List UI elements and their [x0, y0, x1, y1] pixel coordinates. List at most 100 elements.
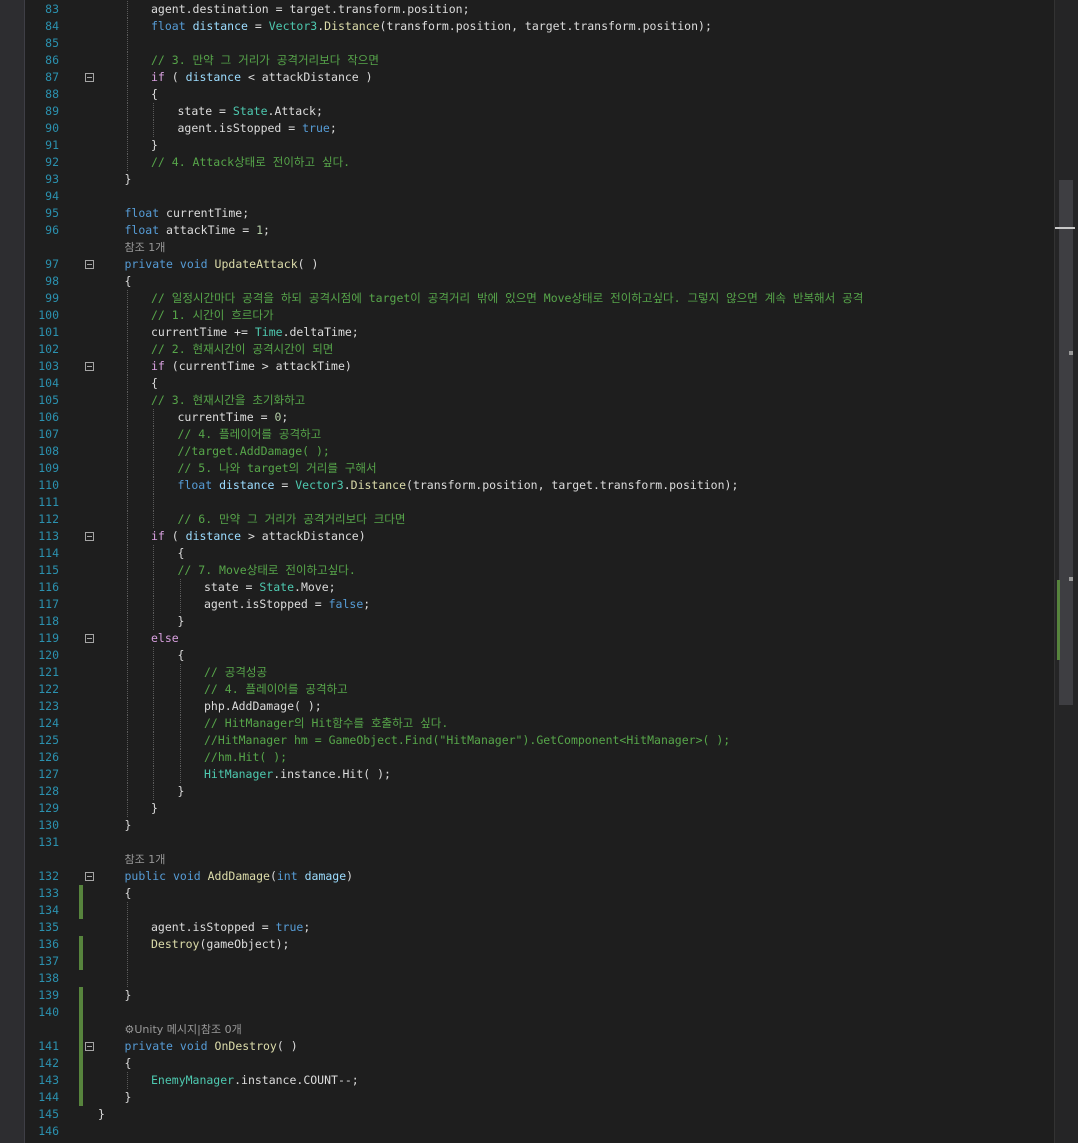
code-line[interactable]: 106 currentTime = 0;: [25, 409, 1054, 426]
codelens-label[interactable]: Unity 메시지|참조 0개: [134, 1023, 241, 1036]
code-line[interactable]: 86 // 3. 만약 그 거리가 공격거리보다 작으면: [25, 52, 1054, 69]
code-line[interactable]: 121 // 공격성공: [25, 664, 1054, 681]
code-line[interactable]: 85: [25, 35, 1054, 52]
code-text[interactable]: if (currentTime > attackTime): [151, 358, 352, 375]
codelens-text[interactable]: 참조 1개: [125, 851, 166, 868]
code-text[interactable]: agent.isStopped = true;: [151, 919, 310, 936]
code-line[interactable]: 144}: [25, 1089, 1054, 1106]
code-text[interactable]: if ( distance < attackDistance ): [151, 69, 373, 86]
code-text[interactable]: Destroy(gameObject);: [151, 936, 289, 953]
code-line[interactable]: 98 {: [25, 273, 1054, 290]
code-line[interactable]: 143 EnemyManager.instance.COUNT--;: [25, 1072, 1054, 1089]
code-text[interactable]: float currentTime;: [125, 205, 250, 222]
code-text[interactable]: else: [151, 630, 179, 647]
code-line[interactable]: 135 agent.isStopped = true;: [25, 919, 1054, 936]
vertical-scrollbar[interactable]: [1054, 0, 1078, 1143]
codelens-label[interactable]: 참조 1개: [125, 241, 166, 254]
code-text[interactable]: private void UpdateAttack( ): [125, 256, 319, 273]
code-line[interactable]: 130}: [25, 817, 1054, 834]
codelens-label[interactable]: 참조 1개: [125, 853, 166, 866]
code-line[interactable]: 103 if (currentTime > attackTime): [25, 358, 1054, 375]
code-text[interactable]: float distance = Vector3.Distance(transf…: [151, 18, 712, 35]
code-line[interactable]: 137: [25, 953, 1054, 970]
code-line[interactable]: 126 //hm.Hit( );: [25, 749, 1054, 766]
code-text[interactable]: // 4. 플레이어를 공격하고: [204, 681, 348, 698]
code-line[interactable]: 101 currentTime += Time.deltaTime;: [25, 324, 1054, 341]
code-line[interactable]: 131: [25, 834, 1054, 851]
code-line[interactable]: 109 // 5. 나와 target의 거리를 구해서: [25, 460, 1054, 477]
code-line[interactable]: 89 state = State.Attack;: [25, 103, 1054, 120]
code-line[interactable]: 136 Destroy(gameObject);: [25, 936, 1054, 953]
code-line[interactable]: 124 // HitManager의 Hit함수를 호출하고 싶다.: [25, 715, 1054, 732]
code-line[interactable]: 97 private void UpdateAttack( ): [25, 256, 1054, 273]
code-editor[interactable]: 83 agent.destination = target.transform.p…: [25, 0, 1054, 1143]
code-text[interactable]: float distance = Vector3.Distance(transf…: [178, 477, 739, 494]
code-text[interactable]: // 1. 시간이 흐르다가: [151, 307, 274, 324]
code-text[interactable]: agent.isStopped = false;: [204, 596, 370, 613]
code-text[interactable]: private void OnDestroy( ): [125, 1038, 298, 1055]
code-line[interactable]: 90 agent.isStopped = true;: [25, 120, 1054, 137]
code-line[interactable]: 114 {: [25, 545, 1054, 562]
code-text[interactable]: }: [151, 800, 158, 817]
codelens-row[interactable]: 참조 1개: [25, 239, 1054, 256]
collapse-icon[interactable]: [85, 73, 94, 82]
code-line[interactable]: 83 agent.destination = target.transform.p…: [25, 1, 1054, 18]
code-line[interactable]: 84 float distance = Vector3.Distance(tran…: [25, 18, 1054, 35]
collapse-icon[interactable]: [85, 532, 94, 541]
code-line[interactable]: 95 float currentTime;: [25, 205, 1054, 222]
code-text[interactable]: }: [125, 1089, 132, 1106]
code-text[interactable]: {: [125, 885, 132, 902]
scrollbar-thumb[interactable]: [1059, 180, 1073, 705]
collapse-icon[interactable]: [85, 634, 94, 643]
code-line[interactable]: 100 // 1. 시간이 흐르다가: [25, 307, 1054, 324]
code-line[interactable]: 92 // 4. Attack상태로 전이하고 싶다.: [25, 154, 1054, 171]
code-text[interactable]: //target.AddDamage( );: [178, 443, 330, 460]
code-line[interactable]: 122 // 4. 플레이어를 공격하고: [25, 681, 1054, 698]
code-text[interactable]: // 4. Attack상태로 전이하고 싶다.: [151, 154, 350, 171]
code-text[interactable]: // 2. 현재시간이 공격시간이 되면: [151, 341, 333, 358]
code-text[interactable]: // 3. 현재시간을 초기화하고: [151, 392, 305, 409]
code-text[interactable]: }: [125, 817, 132, 834]
collapse-icon[interactable]: [85, 362, 94, 371]
code-text[interactable]: // HitManager의 Hit함수를 호출하고 싶다.: [204, 715, 448, 732]
code-line[interactable]: 129}: [25, 800, 1054, 817]
code-line[interactable]: 138: [25, 970, 1054, 987]
code-text[interactable]: {: [151, 86, 158, 103]
code-line[interactable]: 113 if ( distance > attackDistance): [25, 528, 1054, 545]
code-text[interactable]: // 7. Move상태로 전이하고싶다.: [178, 562, 356, 579]
code-text[interactable]: {: [151, 375, 158, 392]
code-text[interactable]: float attackTime = 1;: [125, 222, 270, 239]
code-line[interactable]: 145}: [25, 1106, 1054, 1123]
code-text[interactable]: agent.isStopped = true;: [178, 120, 337, 137]
code-text[interactable]: }: [125, 987, 132, 1004]
code-line[interactable]: 94: [25, 188, 1054, 205]
code-line[interactable]: 132 public void AddDamage(int damage): [25, 868, 1054, 885]
code-line[interactable]: 140: [25, 1004, 1054, 1021]
code-line[interactable]: 141 private void OnDestroy( ): [25, 1038, 1054, 1055]
codelens-row[interactable]: ⚙Unity 메시지|참조 0개: [25, 1021, 1054, 1038]
code-line[interactable]: 88 {: [25, 86, 1054, 103]
code-text[interactable]: {: [178, 647, 185, 664]
codelens-row[interactable]: 참조 1개: [25, 851, 1054, 868]
code-text[interactable]: php.AddDamage( );: [204, 698, 322, 715]
code-line[interactable]: 110 float distance = Vector3.Distance(tra…: [25, 477, 1054, 494]
code-text[interactable]: state = State.Move;: [204, 579, 336, 596]
code-text[interactable]: }: [151, 137, 158, 154]
code-line[interactable]: 102 // 2. 현재시간이 공격시간이 되면: [25, 341, 1054, 358]
code-text[interactable]: currentTime += Time.deltaTime;: [151, 324, 359, 341]
code-text[interactable]: {: [125, 1055, 132, 1072]
code-text[interactable]: // 일정시간마다 공격을 하되 공격시점에 target이 공격거리 밖에 있…: [151, 290, 863, 307]
code-line[interactable]: 108 //target.AddDamage( );: [25, 443, 1054, 460]
code-text[interactable]: state = State.Attack;: [178, 103, 323, 120]
code-line[interactable]: 96 float attackTime = 1;: [25, 222, 1054, 239]
code-text[interactable]: currentTime = 0;: [178, 409, 289, 426]
code-text[interactable]: }: [178, 783, 185, 800]
code-line[interactable]: 117 agent.isStopped = false;: [25, 596, 1054, 613]
code-text[interactable]: {: [125, 273, 132, 290]
codelens-text[interactable]: ⚙Unity 메시지|참조 0개: [125, 1021, 242, 1038]
code-line[interactable]: 134: [25, 902, 1054, 919]
collapse-icon[interactable]: [85, 260, 94, 269]
code-text[interactable]: //HitManager hm = GameObject.Find("HitMa…: [204, 732, 730, 749]
code-text[interactable]: }: [178, 613, 185, 630]
code-line[interactable]: 146: [25, 1123, 1054, 1140]
